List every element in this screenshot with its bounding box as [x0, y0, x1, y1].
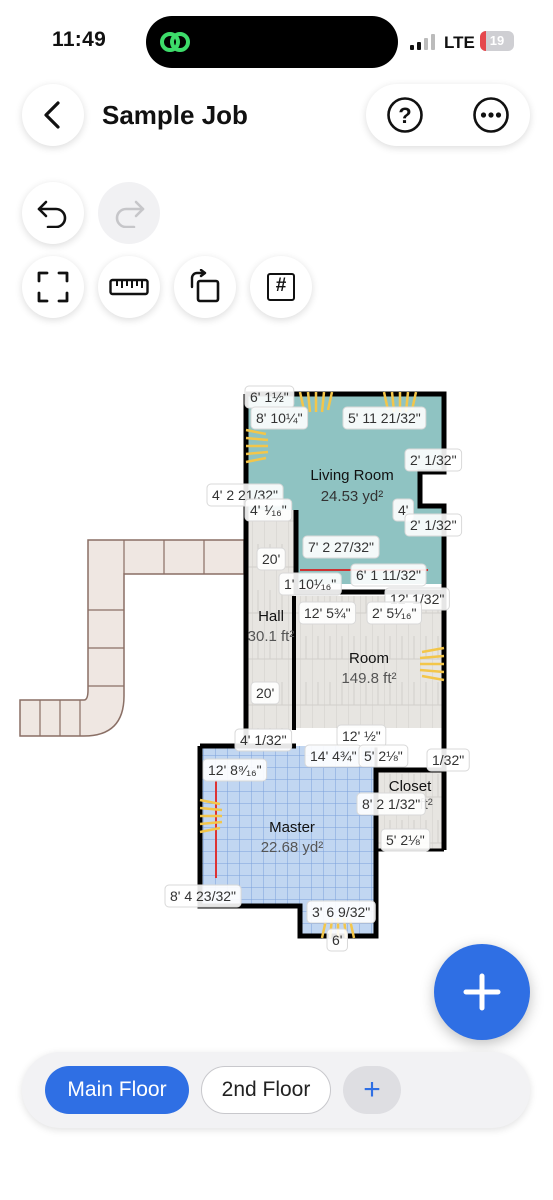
dimension-label[interactable]: 6' 1 11/32": [356, 567, 421, 583]
room-area: 24.53 yd²: [321, 488, 384, 505]
network-type: LTE: [444, 33, 475, 52]
dimension-label[interactable]: 2' 1/32": [410, 517, 457, 533]
room-area: 22.68 yd²: [261, 839, 324, 856]
tab-2nd-floor[interactable]: 2nd Floor: [201, 1066, 331, 1114]
link-icon: [160, 32, 190, 52]
dimension-label[interactable]: 12' ½": [342, 728, 381, 744]
dimension-label[interactable]: 8' 2 1/32": [362, 796, 420, 812]
fit-to-screen-button[interactable]: [22, 256, 84, 318]
back-button[interactable]: [22, 84, 84, 146]
room-name: Room: [349, 650, 389, 667]
rotate-icon: [190, 269, 220, 303]
ruler-icon: [109, 278, 149, 296]
help-button[interactable]: ?: [386, 96, 424, 134]
grid-symbol: #: [275, 275, 287, 296]
dimension-label[interactable]: 5' 11 21/32": [348, 410, 421, 426]
room-name: Hall: [258, 608, 284, 625]
dimension-label[interactable]: 1' 10¹⁄₁₆": [284, 576, 336, 592]
dimension-label[interactable]: 5' 2⅛": [364, 748, 403, 764]
dimension-label[interactable]: 12' 5¾": [304, 605, 351, 621]
room-name: Living Room: [310, 467, 393, 484]
dimension-label[interactable]: 3' 6 9/32": [312, 904, 370, 920]
stairs[interactable]: [19, 539, 245, 737]
rotate-button[interactable]: [174, 256, 236, 318]
more-icon: [473, 97, 509, 133]
dimension-label[interactable]: 4' ¹⁄₁₆": [250, 502, 287, 518]
dimension-label[interactable]: 12' 8⁹⁄₁₆": [208, 762, 262, 778]
dimension-label[interactable]: 5' 2⅛": [386, 832, 425, 848]
battery-icon: 19: [480, 31, 514, 51]
dimension-label[interactable]: 20': [256, 685, 274, 701]
dimension-label[interactable]: 6': [332, 932, 342, 948]
dimension-label[interactable]: 2' 5¹⁄₁₆": [372, 605, 417, 621]
floor-plan[interactable]: Living Room 24.53 yd² Hall 30.1 ft² Room…: [0, 360, 553, 980]
chevron-left-icon: [44, 101, 60, 129]
redo-icon: [115, 200, 145, 228]
grid-button[interactable]: #: [250, 256, 312, 318]
plus-icon: [463, 973, 501, 1011]
room-name: Closet: [389, 778, 432, 795]
dimension-label[interactable]: 4' 1/32": [240, 732, 287, 748]
tab-main-floor[interactable]: Main Floor: [45, 1066, 189, 1114]
expand-corners-icon: [37, 271, 69, 303]
undo-icon: [37, 200, 67, 228]
room-area: 149.8 ft²: [341, 670, 396, 687]
more-button[interactable]: [472, 96, 510, 134]
dimension-label[interactable]: 8' 4 23/32": [170, 888, 236, 904]
help-symbol: ?: [398, 103, 412, 128]
undo-button[interactable]: [22, 182, 84, 244]
dimension-label[interactable]: 1/32": [432, 752, 464, 768]
add-floor-button[interactable]: +: [343, 1066, 401, 1114]
dimension-label[interactable]: 14' 4¾": [310, 748, 357, 764]
status-time: 11:49: [52, 28, 107, 51]
room-name: Master: [269, 819, 315, 836]
measure-button[interactable]: [98, 256, 160, 318]
floor-tab-bar: Main Floor 2nd Floor +: [22, 1052, 530, 1128]
cellular-signal-icon: [410, 34, 435, 50]
dimension-label[interactable]: 2' 1/32": [410, 452, 457, 468]
battery-level: 19: [489, 33, 505, 48]
dimension-label[interactable]: 8' 10¼": [256, 410, 303, 426]
dimension-label[interactable]: 20': [262, 551, 280, 567]
add-fab-button[interactable]: [434, 944, 530, 1040]
dimension-label[interactable]: 6' 1½": [250, 389, 289, 405]
room-area: 30.1 ft²: [248, 628, 295, 645]
dimension-label[interactable]: 7' 2 27/32": [308, 539, 374, 555]
header-actions: ?: [366, 84, 530, 146]
dynamic-island: [146, 16, 398, 68]
page-title: Sample Job: [102, 100, 248, 130]
redo-button[interactable]: [98, 182, 160, 244]
